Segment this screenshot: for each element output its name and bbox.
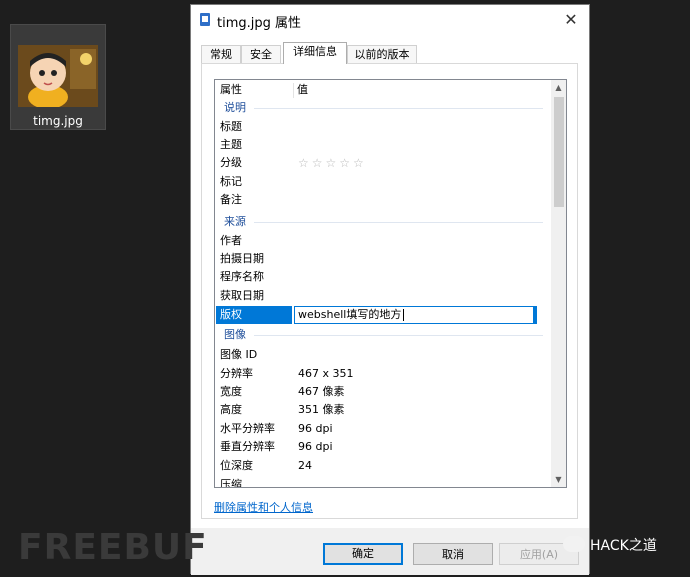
cancel-button[interactable]: 取消 — [413, 543, 493, 565]
property-name: 位深度 — [220, 459, 253, 472]
property-row[interactable]: 标记 — [216, 173, 551, 191]
property-row[interactable]: 程序名称 — [216, 268, 551, 286]
wechat-icon — [563, 536, 585, 552]
property-name: 获取日期 — [220, 289, 264, 302]
property-name: 水平分辨率 — [220, 422, 275, 435]
ok-button[interactable]: 确定 — [323, 543, 403, 565]
property-row-copyright[interactable]: 版权 webshell填写的地方 — [216, 306, 551, 324]
image-file-icon — [200, 13, 210, 26]
property-row[interactable]: 垂直分辨率 96 dpi — [216, 438, 551, 456]
rating-stars[interactable]: ☆☆☆☆☆ — [298, 154, 367, 172]
property-name: 压缩 — [220, 478, 242, 488]
property-value: 467 像素 — [298, 385, 345, 398]
scroll-up-icon[interactable]: ▲ — [551, 80, 566, 95]
copyright-edit-field[interactable]: webshell填写的地方 — [294, 306, 534, 324]
title-bar[interactable]: timg.jpg 属性 ✕ — [191, 5, 589, 35]
image-thumbnail — [18, 45, 98, 107]
group-divider — [254, 108, 543, 109]
tab-details[interactable]: 详细信息 — [283, 42, 347, 64]
property-name: 分辨率 — [220, 367, 253, 380]
property-value: 351 像素 — [298, 403, 345, 416]
group-divider — [254, 222, 543, 223]
property-row[interactable]: 获取日期 — [216, 287, 551, 305]
tab-previous-versions[interactable]: 以前的版本 — [347, 45, 417, 63]
property-name: 主题 — [220, 138, 242, 151]
group-label: 来源 — [224, 215, 246, 228]
vertical-scrollbar[interactable]: ▲ ▼ — [551, 80, 566, 487]
column-header-value[interactable]: 值 — [297, 80, 308, 100]
scroll-down-icon[interactable]: ▼ — [551, 472, 566, 487]
property-name: 备注 — [220, 193, 242, 206]
property-row[interactable]: 拍摄日期 — [216, 250, 551, 268]
group-origin: 来源 — [216, 213, 551, 231]
details-panel: 属性 值 说明 标题 主题 分级 ☆☆☆☆☆ 标记 备注 来源 作者 拍摄日期 程… — [201, 63, 578, 519]
property-row[interactable]: 分辨率 467 x 351 — [216, 365, 551, 383]
copyright-value: webshell填写的地方 — [298, 308, 402, 321]
dialog-title: timg.jpg 属性 — [217, 16, 302, 31]
property-row[interactable]: 压缩 — [216, 476, 551, 488]
close-button[interactable]: ✕ — [561, 10, 581, 30]
group-divider — [254, 335, 543, 336]
property-row[interactable]: 水平分辨率 96 dpi — [216, 420, 551, 438]
text-caret — [403, 309, 404, 321]
group-label: 说明 — [224, 101, 246, 114]
property-value: 96 dpi — [298, 422, 333, 435]
property-value: 467 x 351 — [298, 367, 354, 380]
group-description: 说明 — [216, 99, 551, 117]
property-row[interactable]: 宽度 467 像素 — [216, 383, 551, 401]
property-name: 作者 — [220, 234, 242, 247]
property-name: 版权 — [216, 306, 292, 324]
property-row[interactable]: 高度 351 像素 — [216, 401, 551, 419]
property-name: 分级 — [220, 156, 242, 169]
property-row[interactable]: 位深度 24 — [216, 457, 551, 475]
property-row[interactable]: 分级 ☆☆☆☆☆ — [216, 154, 551, 172]
property-name: 垂直分辨率 — [220, 440, 275, 453]
property-name: 标记 — [220, 175, 242, 188]
column-header-name[interactable]: 属性 — [220, 80, 242, 100]
property-name: 宽度 — [220, 385, 242, 398]
property-list[interactable]: 属性 值 说明 标题 主题 分级 ☆☆☆☆☆ 标记 备注 来源 作者 拍摄日期 程… — [214, 79, 567, 488]
property-name: 拍摄日期 — [220, 252, 264, 265]
property-value: 24 — [298, 459, 312, 472]
property-name: 高度 — [220, 403, 242, 416]
property-name: 标题 — [220, 120, 242, 133]
tab-general[interactable]: 常规 — [201, 45, 241, 63]
desktop-file-timg[interactable]: timg.jpg — [10, 24, 106, 130]
file-name-label: timg.jpg — [33, 114, 83, 128]
column-separator[interactable] — [293, 83, 294, 98]
property-name: 图像 ID — [220, 348, 258, 361]
tab-security[interactable]: 安全 — [241, 45, 281, 63]
property-row[interactable]: 备注 — [216, 191, 551, 209]
scrollbar-thumb[interactable] — [554, 97, 564, 207]
freebuf-watermark: FREEBUF — [18, 527, 208, 568]
property-row[interactable]: 作者 — [216, 232, 551, 250]
properties-dialog: timg.jpg 属性 ✕ 常规 安全 详细信息 以前的版本 属性 值 说明 标… — [190, 4, 590, 575]
property-row[interactable]: 主题 — [216, 136, 551, 154]
property-value: 96 dpi — [298, 440, 333, 453]
group-image: 图像 — [216, 326, 551, 344]
selection-edge — [534, 306, 537, 324]
remove-properties-link[interactable]: 删除属性和个人信息 — [214, 499, 313, 515]
button-bar: 确定 取消 应用(A) — [191, 528, 589, 575]
group-label: 图像 — [224, 328, 246, 341]
property-row[interactable]: 标题 — [216, 118, 551, 136]
property-row[interactable]: 图像 ID — [216, 346, 551, 364]
property-name: 程序名称 — [220, 270, 264, 283]
hack-watermark: HACK之道 — [590, 538, 657, 554]
